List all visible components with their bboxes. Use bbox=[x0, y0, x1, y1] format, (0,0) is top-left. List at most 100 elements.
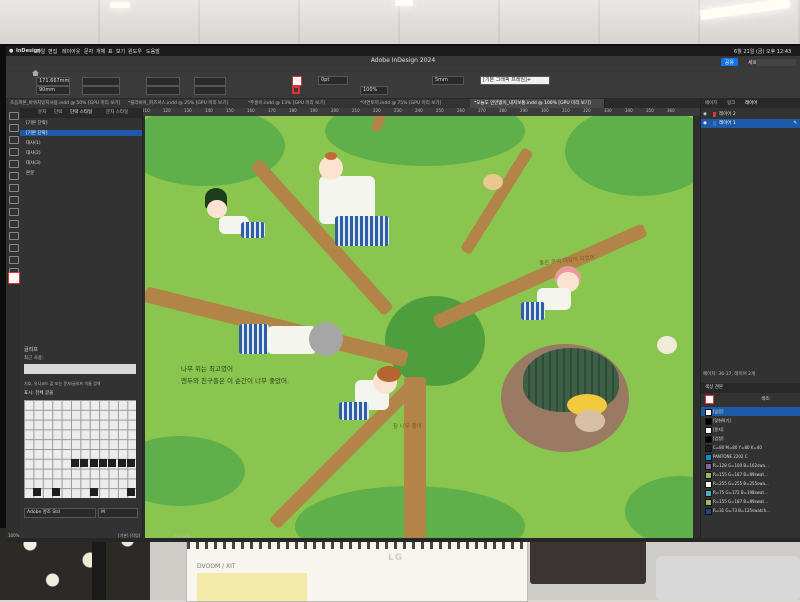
swatch-row[interactable]: C=80 M=80 Y=80 K=40 bbox=[701, 443, 800, 452]
swatch-chip bbox=[705, 454, 712, 461]
scissors-tool-icon[interactable] bbox=[9, 220, 19, 228]
tab-document-5[interactable]: *오늘도 민만없이_내지보통.indd @ 100% [GPU 미리 보기] bbox=[470, 99, 605, 108]
swatch-row[interactable]: R=75 G=172 B=198swat... bbox=[701, 488, 800, 497]
status-errors[interactable]: 오류 없음 bbox=[174, 533, 190, 539]
tab-links[interactable]: 링크 bbox=[727, 100, 735, 106]
tab-character-styles[interactable]: 문자 스타일 bbox=[106, 109, 128, 115]
stock-search-input[interactable] bbox=[756, 59, 796, 66]
swatch-row[interactable]: R=155 G=187 B=89swat... bbox=[701, 470, 800, 479]
horizontal-ruler[interactable]: 110 120 130 140 150 160 170 180 190 200 … bbox=[142, 108, 700, 116]
menu-help[interactable]: 도움말 bbox=[146, 48, 160, 55]
swatch-row[interactable]: [맞춰찍기] bbox=[701, 416, 800, 425]
swatch-row[interactable]: PANTONE 2202 C bbox=[701, 452, 800, 461]
glyph-cell[interactable] bbox=[71, 459, 79, 467]
selection-tool-icon[interactable] bbox=[9, 112, 19, 120]
frame-style-dropdown[interactable]: [기본 그래픽 프레임]+ bbox=[480, 76, 550, 85]
direct-selection-tool-icon[interactable] bbox=[9, 124, 19, 132]
glyph-cell[interactable] bbox=[52, 488, 60, 496]
pencil-tool-icon[interactable] bbox=[9, 184, 19, 192]
fill-stroke-icon[interactable] bbox=[705, 395, 714, 404]
recent-glyphs[interactable] bbox=[24, 364, 136, 374]
gap-field[interactable]: 5mm bbox=[432, 76, 464, 85]
menu-edit[interactable]: 편집 bbox=[48, 48, 57, 55]
menu-layout[interactable]: 레이아웃 bbox=[62, 48, 80, 55]
line-tool-icon[interactable] bbox=[9, 160, 19, 168]
home-icon[interactable] bbox=[32, 70, 39, 76]
rectangle-frame-tool-icon[interactable] bbox=[9, 196, 19, 204]
status-page[interactable]: [기본] (작업) bbox=[118, 533, 140, 539]
eyedropper-tool-icon[interactable] bbox=[9, 256, 19, 264]
glyph-cell[interactable] bbox=[80, 459, 88, 467]
glyph-cell[interactable] bbox=[118, 459, 126, 467]
show-dropdown[interactable]: 표시: 전체 글꼴 bbox=[24, 390, 53, 396]
font-dropdown[interactable]: Adobe 명조 Std bbox=[24, 508, 96, 518]
glyph-cell[interactable] bbox=[33, 488, 41, 496]
glyph-cell[interactable] bbox=[90, 459, 98, 467]
gradient-tool-icon[interactable] bbox=[9, 244, 19, 252]
menu-view[interactable]: 보기 bbox=[116, 48, 125, 55]
y-field[interactable]: 171.667mm bbox=[36, 77, 70, 86]
x-field[interactable]: 90mm bbox=[36, 86, 70, 95]
eye-icon[interactable]: ◉ bbox=[703, 110, 707, 119]
fill-stroke-icon[interactable] bbox=[8, 272, 20, 284]
type-tool-icon[interactable] bbox=[9, 148, 19, 156]
layer-row[interactable]: ◉ 레이어 1 ✎ bbox=[701, 119, 800, 128]
shear-field[interactable] bbox=[146, 86, 180, 95]
stroke-swatch-icon[interactable] bbox=[292, 86, 300, 94]
tab-character[interactable]: 문자 bbox=[38, 109, 46, 115]
rotate-field[interactable] bbox=[146, 77, 180, 86]
style-item[interactable]: [기본 단락] bbox=[20, 130, 142, 136]
apple-icon[interactable]: ● bbox=[9, 48, 13, 54]
page-tool-icon[interactable] bbox=[9, 136, 19, 144]
free-transform-tool-icon[interactable] bbox=[9, 232, 19, 240]
tab-document-1[interactable]: 초음파본_바위치있지사용.indd @ 50% [GPU 미리 보기] bbox=[6, 99, 127, 108]
swatch-row[interactable]: R=128 G=100 B=162swa... bbox=[701, 461, 800, 470]
swatch-row[interactable]: R=155 G=187 B=89swat... bbox=[701, 497, 800, 506]
font-style-dropdown[interactable]: M bbox=[98, 508, 138, 518]
style-item[interactable]: 본문 bbox=[26, 170, 34, 176]
swatch-row[interactable]: [없음] bbox=[701, 407, 800, 416]
ruler-label: 330 bbox=[604, 108, 612, 113]
menu-type[interactable]: 문자 bbox=[84, 48, 93, 55]
tab-pages[interactable]: 페이지 bbox=[705, 100, 717, 106]
style-item[interactable]: 대사(2) bbox=[26, 150, 41, 156]
menu-object[interactable]: 개체 bbox=[96, 48, 105, 55]
fill-swatch-icon[interactable] bbox=[292, 76, 302, 86]
scale-y-field[interactable] bbox=[194, 86, 226, 95]
swatch-row[interactable]: R=31 G=73 B=125swatch... bbox=[701, 506, 800, 515]
eye-icon[interactable]: ◉ bbox=[703, 119, 707, 128]
ruler-label: 270 bbox=[478, 108, 486, 113]
status-zoom[interactable]: 100% bbox=[8, 533, 19, 538]
tab-paragraph[interactable]: 단락 bbox=[54, 109, 62, 115]
rectangle-tool-icon[interactable] bbox=[9, 208, 19, 216]
glyph-cell[interactable] bbox=[127, 488, 135, 496]
glyph-search-input[interactable]: 기호, 유니코드 값 또는 문자/글리프 이름 검색 bbox=[24, 381, 101, 387]
glyph-cell[interactable] bbox=[99, 459, 107, 467]
style-item[interactable]: 대사(1) bbox=[26, 140, 41, 146]
width-field[interactable] bbox=[82, 77, 120, 86]
glyph-cell[interactable] bbox=[90, 488, 98, 496]
swatch-row[interactable]: R=255 G=255 B=255swa... bbox=[701, 479, 800, 488]
scale-x-field[interactable] bbox=[194, 77, 226, 86]
opacity-field[interactable]: 100% bbox=[360, 86, 388, 95]
tab-layers[interactable]: 레이어 bbox=[745, 100, 757, 106]
glyph-grid[interactable] bbox=[24, 400, 136, 498]
style-item[interactable]: 대사(3) bbox=[26, 160, 41, 166]
layer-row[interactable]: ◉ 레이어 2 bbox=[701, 110, 800, 119]
pen-tool-icon[interactable] bbox=[9, 172, 19, 180]
tab-document-3[interactable]: *주홍이.indd @ 13% [GPU 미리 보기] bbox=[244, 99, 359, 108]
menu-table[interactable]: 표 bbox=[108, 48, 113, 55]
illustration-canvas[interactable]: 나무 위는 최고였어 엔두와 친구들은 이 순간이 너무 좋았어. 좋은 우리 … bbox=[145, 116, 693, 539]
stroke-weight-field[interactable]: 0pt bbox=[318, 76, 348, 85]
tab-document-2[interactable]: *플라비아_퍼즈서스.indd @ 25% [GPU 미리 보기] bbox=[124, 99, 247, 108]
swatch-row[interactable]: [용지] bbox=[701, 425, 800, 434]
tab-paragraph-styles[interactable]: 단락 스타일 bbox=[70, 109, 92, 115]
height-field[interactable] bbox=[82, 86, 120, 95]
tab-document-4[interactable]: *아연토끼.indd @ 75% [GPU 미리 보기] bbox=[356, 99, 473, 108]
menu-file[interactable]: 파일 bbox=[36, 48, 45, 55]
menu-window[interactable]: 윈도우 bbox=[128, 48, 142, 55]
swatch-row[interactable]: [검정] bbox=[701, 434, 800, 443]
glyph-cell[interactable] bbox=[127, 459, 135, 467]
ruler-label: 280 bbox=[499, 108, 507, 113]
glyph-cell[interactable] bbox=[108, 459, 116, 467]
